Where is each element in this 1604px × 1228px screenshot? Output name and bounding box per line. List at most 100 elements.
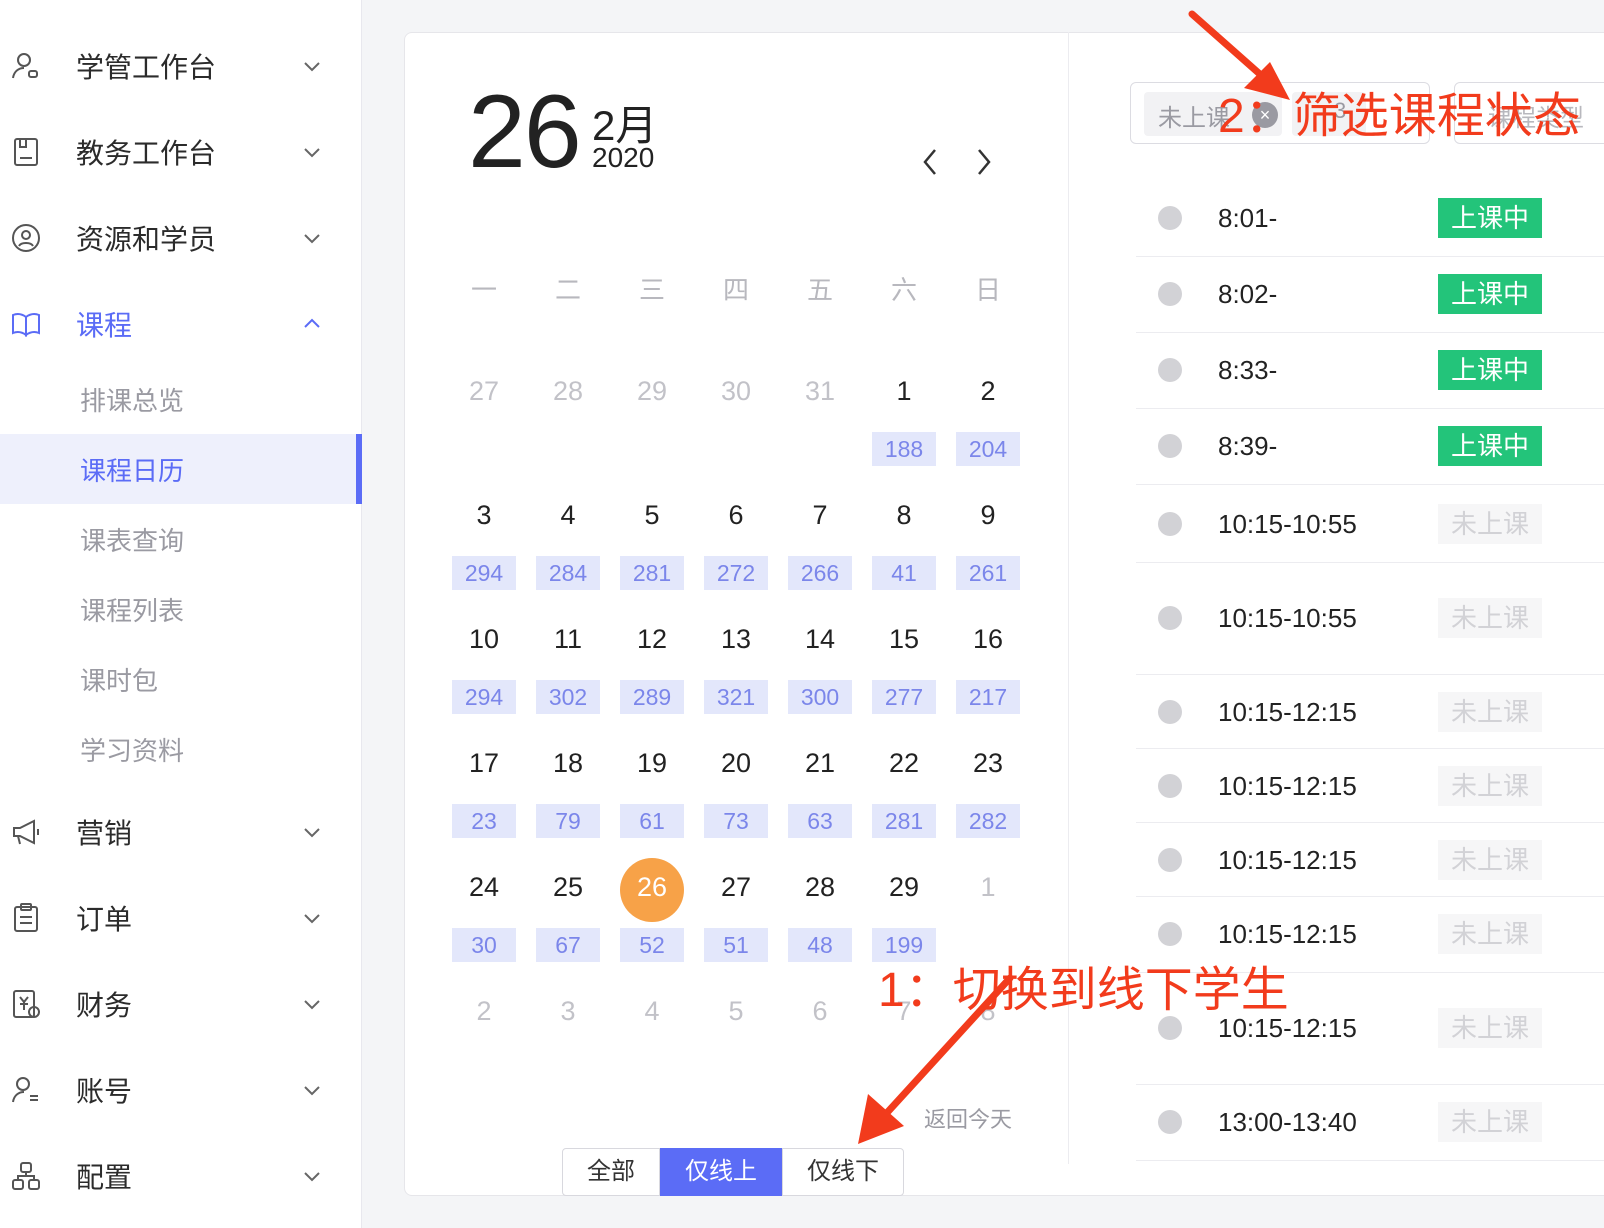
- calendar-day[interactable]: 3: [452, 500, 516, 531]
- schedule-time: 10:15-12:15: [1218, 845, 1357, 875]
- submenu-label: 课程列表: [80, 595, 185, 626]
- day-count-badge: 188: [872, 432, 936, 466]
- calendar-day[interactable]: 27: [704, 872, 768, 903]
- chevron-down-icon: [300, 54, 324, 78]
- schedule-dot: [1158, 848, 1182, 872]
- calendar-day[interactable]: 28: [536, 376, 600, 407]
- calendar-day[interactable]: 29: [872, 872, 936, 903]
- calendar-day[interactable]: 2: [452, 996, 516, 1027]
- back-to-today-link[interactable]: 返回今天: [924, 1102, 1012, 1134]
- calendar-day[interactable]: 8: [872, 500, 936, 531]
- calendar-day[interactable]: 10: [452, 624, 516, 655]
- calendar-day[interactable]: 31: [788, 376, 852, 407]
- prev-month-button[interactable]: [916, 144, 944, 180]
- calendar-day[interactable]: 5: [620, 500, 684, 531]
- day-count-badge: 61: [620, 804, 684, 838]
- day-count-badge: 281: [872, 804, 936, 838]
- calendar-day[interactable]: 6: [788, 996, 852, 1027]
- menu-config[interactable]: 配置: [0, 1146, 362, 1206]
- day-count-badge: 289: [620, 680, 684, 714]
- calendar-day[interactable]: 1: [956, 872, 1020, 903]
- calendar-day[interactable]: 3: [536, 996, 600, 1027]
- sidebar: 学管工作台 教务工作台 资源和学员 课程 排课总览 课程日历 课表查询 课程列表…: [0, 0, 362, 1228]
- calendar-day[interactable]: 4: [620, 996, 684, 1027]
- calendar-day[interactable]: 26: [620, 872, 684, 903]
- calendar-day[interactable]: 15: [872, 624, 936, 655]
- calendar-day[interactable]: 29: [620, 376, 684, 407]
- calendar-day[interactable]: 2: [956, 376, 1020, 407]
- calendar-day[interactable]: 7: [788, 500, 852, 531]
- calendar-day[interactable]: 18: [536, 748, 600, 779]
- submenu-label: 排课总览: [80, 385, 185, 416]
- schedule-row-divider: [1136, 896, 1604, 897]
- day-count-badge: 321: [704, 680, 768, 714]
- calendar-day[interactable]: 17: [452, 748, 516, 779]
- user-icon: [10, 50, 42, 82]
- calendar-day[interactable]: 21: [788, 748, 852, 779]
- next-month-button[interactable]: [970, 144, 998, 180]
- submenu-label: 课表查询: [80, 525, 185, 556]
- menu-courses[interactable]: 课程: [0, 294, 362, 354]
- schedule-dot: [1158, 922, 1182, 946]
- submenu-lesson-package[interactable]: 课时包: [0, 644, 362, 714]
- calendar-day[interactable]: 16: [956, 624, 1020, 655]
- menu-label: 教务工作台: [76, 138, 217, 169]
- calendar-day[interactable]: 12: [620, 624, 684, 655]
- menu-label: 营销: [76, 818, 133, 849]
- calendar-day[interactable]: 30: [704, 376, 768, 407]
- account-icon: [10, 1074, 42, 1106]
- document-icon: [10, 136, 42, 168]
- user-circle-icon: [10, 222, 42, 254]
- submenu-label: 课时包: [80, 665, 159, 696]
- calendar-day[interactable]: 14: [788, 624, 852, 655]
- menu-student-management[interactable]: 学管工作台: [0, 36, 362, 96]
- schedule-dot: [1158, 282, 1182, 306]
- menu-resources-students[interactable]: 资源和学员: [0, 208, 362, 268]
- menu-label: 财务: [76, 990, 133, 1021]
- weekday-label: 六: [890, 275, 917, 305]
- menu-academic-affairs[interactable]: 教务工作台: [0, 122, 362, 182]
- submenu-course-calendar[interactable]: 课程日历: [0, 434, 362, 504]
- calendar-day[interactable]: 25: [536, 872, 600, 903]
- menu-label: 配置: [76, 1162, 133, 1193]
- chevron-left-icon: [923, 149, 936, 175]
- calendar-day[interactable]: 4: [536, 500, 600, 531]
- mode-all-button[interactable]: 全部: [562, 1148, 660, 1196]
- chevron-right-icon: [978, 149, 991, 175]
- mode-online-only-button[interactable]: 仅线上: [660, 1148, 782, 1196]
- weekday-label: 二: [554, 275, 581, 305]
- submenu-timetable-query[interactable]: 课表查询: [0, 504, 362, 574]
- submenu-schedule-overview[interactable]: 排课总览: [0, 364, 362, 434]
- menu-orders[interactable]: 订单: [0, 888, 362, 948]
- weekday-label: 五: [806, 275, 833, 305]
- calendar-day[interactable]: 13: [704, 624, 768, 655]
- schedule-dot: [1158, 700, 1182, 724]
- calendar-day[interactable]: 11: [536, 624, 600, 655]
- calendar-day[interactable]: 23: [956, 748, 1020, 779]
- calendar-day[interactable]: 24: [452, 872, 516, 903]
- submenu-learning-materials[interactable]: 学习资料: [0, 714, 362, 784]
- calendar-day[interactable]: 5: [704, 996, 768, 1027]
- day-count-badge: 52: [620, 928, 684, 962]
- schedule-row-divider: [1136, 256, 1604, 257]
- menu-account[interactable]: 账号: [0, 1060, 362, 1120]
- chevron-down-icon: [300, 1078, 324, 1102]
- calendar-day[interactable]: 28: [788, 872, 852, 903]
- submenu-course-list[interactable]: 课程列表: [0, 574, 362, 644]
- calendar-day[interactable]: 9: [956, 500, 1020, 531]
- schedule-time: 10:15-12:15: [1218, 771, 1357, 801]
- day-count-badge: 302: [536, 680, 600, 714]
- calendar-day[interactable]: 1: [872, 376, 936, 407]
- menu-marketing[interactable]: 营销: [0, 802, 362, 862]
- day-count-badge: 217: [956, 680, 1020, 714]
- schedule-row-divider: [1136, 562, 1604, 563]
- calendar-day[interactable]: 20: [704, 748, 768, 779]
- calendar-day[interactable]: 6: [704, 500, 768, 531]
- annotation-note-2: 2：筛选课程状态: [1218, 90, 1581, 143]
- calendar-day[interactable]: 27: [452, 376, 516, 407]
- menu-finance[interactable]: 财务: [0, 974, 362, 1034]
- calendar-day[interactable]: 19: [620, 748, 684, 779]
- calendar-day[interactable]: 22: [872, 748, 936, 779]
- config-icon: [10, 1160, 42, 1192]
- mode-offline-only-button[interactable]: 仅线下: [782, 1148, 904, 1196]
